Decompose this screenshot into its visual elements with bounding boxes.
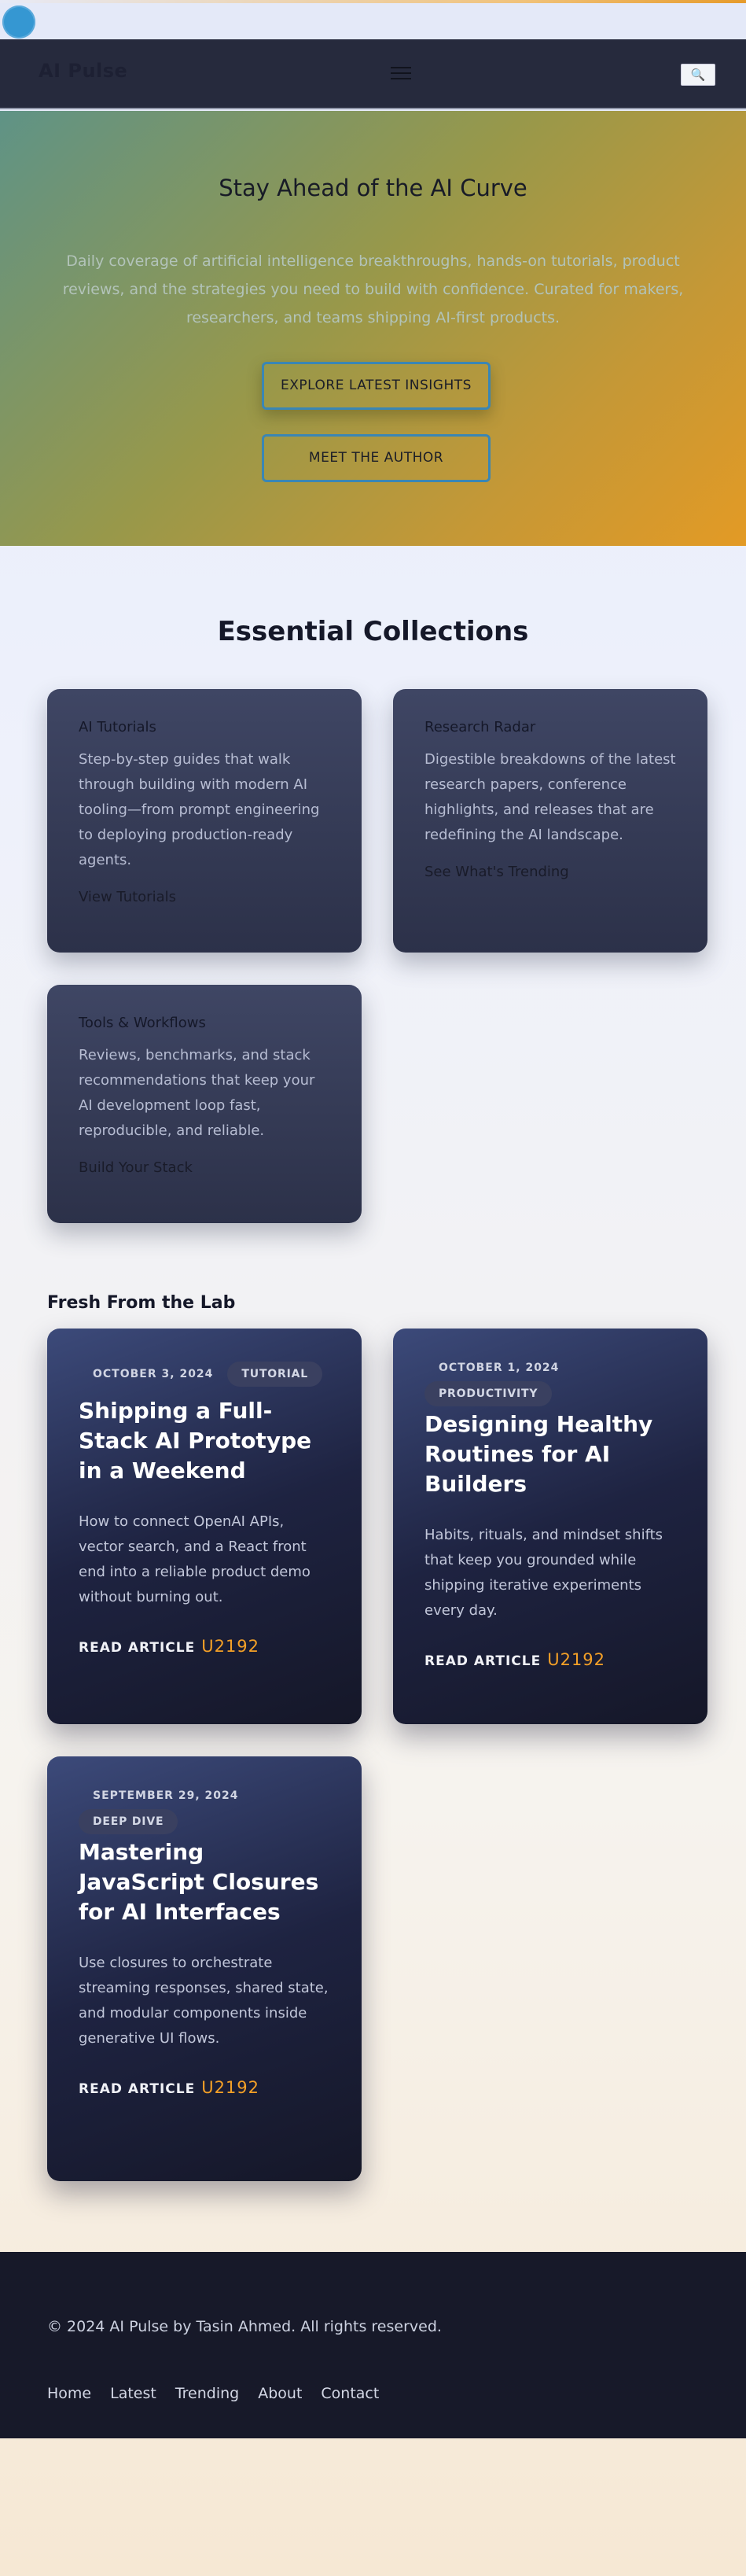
collection-link[interactable]: Build Your Stack — [79, 1159, 330, 1176]
post-title[interactable]: Mastering JavaScript Closures for AI Int… — [79, 1837, 330, 1927]
footer-link-latest[interactable]: Latest — [110, 2385, 156, 2402]
site-header: AI Pulse 🔍 — [0, 39, 746, 109]
search-button[interactable]: 🔍 — [681, 64, 715, 86]
collection-description: Reviews, benchmarks, and stack recommend… — [79, 1047, 315, 1139]
collection-link[interactable]: View Tutorials — [79, 889, 330, 905]
collection-title: Research Radar — [424, 719, 536, 735]
post-date: SEPTEMBER 29, 2024 — [93, 1789, 239, 1802]
collection-description: Step-by-step guides that walk through bu… — [79, 751, 320, 868]
collection-description: Digestible breakdowns of the latest rese… — [424, 751, 676, 843]
arrow-right-icon: U2192 — [201, 2078, 260, 2097]
arrow-right-icon: U2192 — [547, 1650, 606, 1669]
site-footer: © 2024 AI Pulse by Tasin Ahmed. All righ… — [0, 2252, 746, 2438]
copyright-text: © 2024 AI Pulse by Tasin Ahmed. All righ… — [47, 2318, 442, 2335]
collection-title: AI Tutorials — [79, 719, 156, 735]
post-tag: PRODUCTIVITY — [424, 1381, 553, 1406]
collection-card-research[interactable]: Research Radar Digestible breakdowns of … — [393, 689, 707, 953]
menu-icon[interactable] — [391, 63, 411, 82]
collection-title: Tools & Workflows — [79, 1015, 206, 1031]
search-icon: 🔍 — [690, 68, 706, 82]
collection-card-tools[interactable]: Tools & Workflows Reviews, benchmarks, a… — [47, 985, 362, 1223]
post-date: OCTOBER 3, 2024 — [93, 1368, 214, 1380]
collections-title: Essential Collections — [217, 616, 529, 647]
read-article-link[interactable]: READ ARTICLE U2192 — [79, 2078, 330, 2097]
avatar[interactable] — [2, 6, 35, 39]
read-article-label: READ ARTICLE — [79, 2081, 196, 2097]
footer-link-about[interactable]: About — [258, 2385, 302, 2402]
footer-link-contact[interactable]: Contact — [321, 2385, 379, 2402]
read-article-label: READ ARTICLE — [424, 1653, 542, 1669]
explore-insights-button[interactable]: EXPLORE LATEST INSIGHTS — [262, 362, 491, 410]
footer-link-home[interactable]: Home — [47, 2385, 91, 2402]
post-card[interactable]: OCTOBER 1, 2024 PRODUCTIVITY Designing H… — [393, 1329, 707, 1724]
collection-link[interactable]: See What's Trending — [424, 864, 676, 880]
post-title[interactable]: Designing Healthy Routines for AI Builde… — [424, 1410, 676, 1499]
arrow-right-icon: U2192 — [201, 1637, 260, 1656]
footer-nav: Home Latest Trending About Contact — [47, 2385, 398, 2402]
read-article-link[interactable]: READ ARTICLE U2192 — [424, 1650, 676, 1669]
post-tag: DEEP DIVE — [79, 1809, 178, 1834]
read-article-label: READ ARTICLE — [79, 1640, 196, 1656]
top-bar — [0, 3, 746, 39]
meet-author-button[interactable]: MEET THE AUTHOR — [262, 434, 491, 482]
post-tag: TUTORIAL — [227, 1362, 322, 1387]
collection-card-tutorials[interactable]: AI Tutorials Step-by-step guides that wa… — [47, 689, 362, 953]
read-article-link[interactable]: READ ARTICLE U2192 — [79, 1637, 330, 1656]
hero-section: Stay Ahead of the AI Curve Daily coverag… — [0, 111, 746, 546]
hero-subtitle: Daily coverage of artificial intelligenc… — [62, 252, 684, 326]
post-card[interactable]: SEPTEMBER 29, 2024 DEEP DIVE Mastering J… — [47, 1756, 362, 2181]
post-excerpt: Use closures to orchestrate streaming re… — [79, 1955, 329, 2047]
post-date: OCTOBER 1, 2024 — [439, 1362, 560, 1374]
post-card[interactable]: OCTOBER 3, 2024 TUTORIAL Shipping a Full… — [47, 1329, 362, 1724]
hero-title: Stay Ahead of the AI Curve — [219, 175, 527, 201]
footer-link-trending[interactable]: Trending — [175, 2385, 239, 2402]
post-excerpt: How to connect OpenAI APIs, vector searc… — [79, 1513, 311, 1605]
post-excerpt: Habits, rituals, and mindset shifts that… — [424, 1527, 663, 1619]
post-title[interactable]: Shipping a Full-Stack AI Prototype in a … — [79, 1396, 330, 1486]
fresh-title: Fresh From the Lab — [47, 1293, 236, 1313]
brand-logo[interactable]: AI Pulse — [39, 60, 127, 82]
